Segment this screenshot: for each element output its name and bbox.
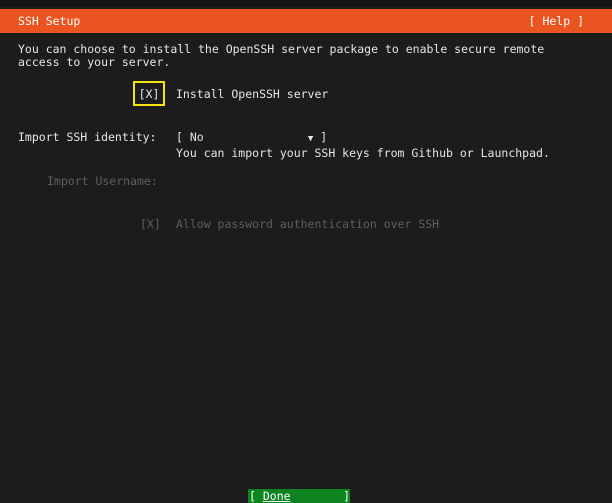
- import-identity-select[interactable]: [ No ▼ ]: [176, 130, 327, 144]
- done-close-bracket: ]: [336, 489, 350, 503]
- password-auth-checkbox[interactable]: [X]: [140, 217, 161, 231]
- password-auth-label: Allow password authentication over SSH: [176, 217, 440, 231]
- help-button[interactable]: [ Help ]: [529, 14, 584, 28]
- title-bar: SSH Setup [ Help ]: [0, 9, 612, 33]
- install-openssh-checkbox-mark: [X]: [138, 86, 160, 101]
- done-label: Done: [262, 489, 291, 503]
- import-username-label: Import Username:: [47, 174, 158, 188]
- install-openssh-checkbox[interactable]: [X]: [133, 81, 165, 106]
- install-openssh-label[interactable]: Install OpenSSH server: [176, 87, 328, 101]
- intro-text: You can choose to install the OpenSSH se…: [18, 42, 545, 69]
- done-button[interactable]: [ Done ]: [248, 489, 350, 503]
- select-open-bracket: [: [176, 130, 190, 144]
- top-band: [0, 0, 612, 7]
- select-value: No: [189, 130, 204, 144]
- import-identity-hint: You can import your SSH keys from Github…: [176, 146, 550, 160]
- ssh-setup-screen: SSH Setup [ Help ] You can choose to ins…: [0, 0, 612, 503]
- select-close-bracket: ]: [313, 130, 328, 144]
- import-identity-label: Import SSH identity:: [18, 130, 157, 144]
- done-open-bracket: [: [249, 489, 263, 503]
- page-title: SSH Setup: [18, 14, 81, 28]
